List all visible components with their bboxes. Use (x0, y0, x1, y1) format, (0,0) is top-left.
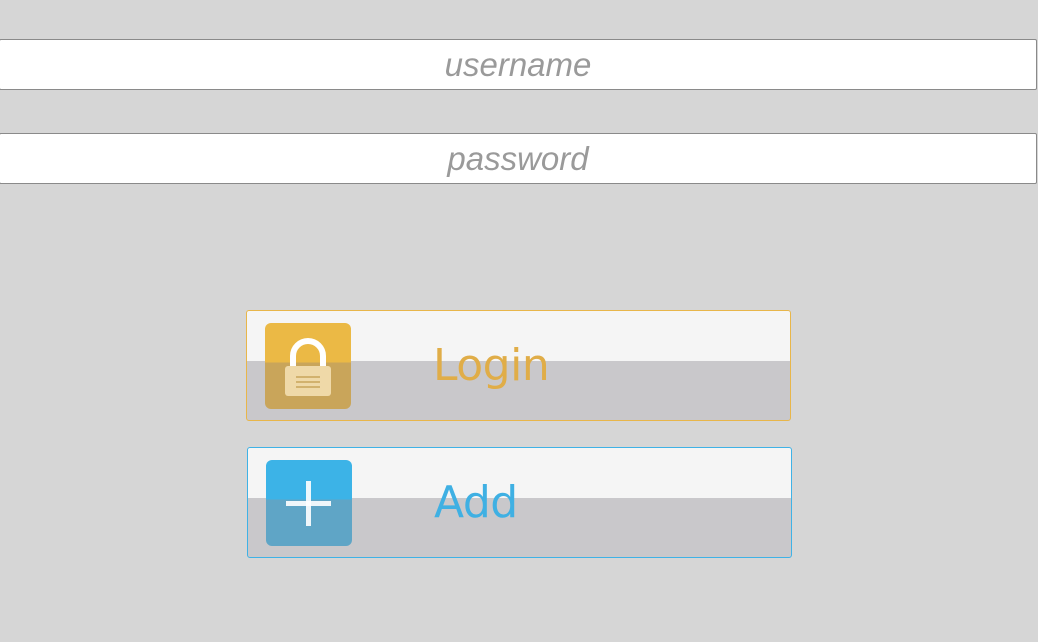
username-field[interactable] (0, 39, 1037, 90)
password-input[interactable] (0, 134, 1036, 183)
username-input[interactable] (0, 40, 1036, 89)
plus-icon (266, 460, 352, 546)
add-label: Add (434, 477, 518, 528)
login-label: Login (433, 340, 550, 391)
add-button[interactable]: Add (247, 447, 792, 558)
password-field[interactable] (0, 133, 1037, 184)
login-screen: Login Add (0, 0, 1038, 642)
login-button[interactable]: Login (246, 310, 791, 421)
lock-icon (265, 323, 351, 409)
